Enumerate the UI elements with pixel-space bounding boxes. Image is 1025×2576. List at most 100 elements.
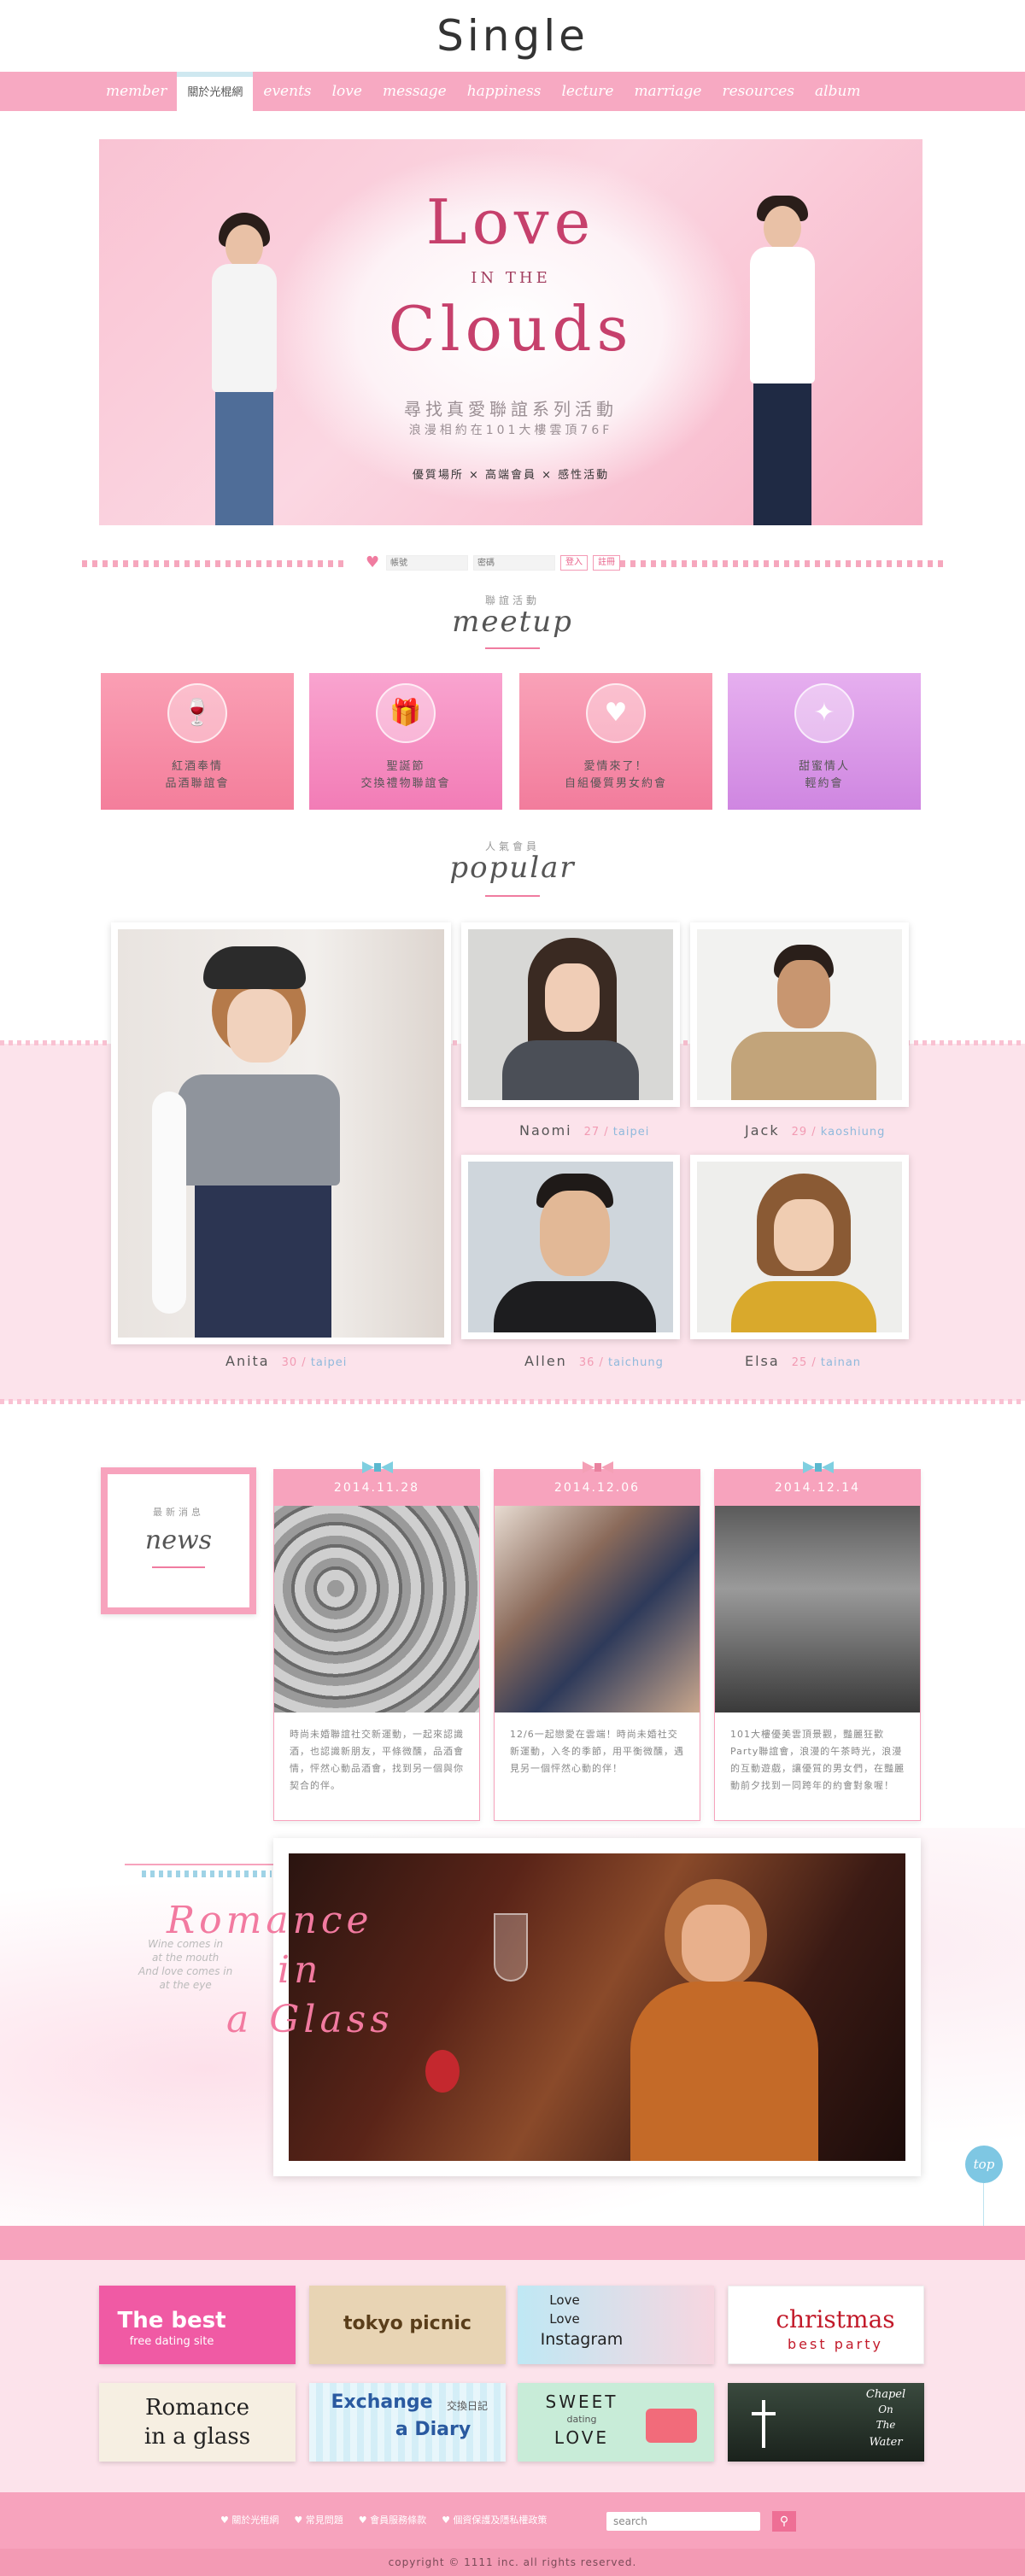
nav-item-love[interactable]: love — [322, 72, 372, 111]
meetup-title: meetup — [452, 605, 573, 639]
login-button[interactable]: 登入 — [560, 555, 588, 571]
back-to-top-button[interactable]: top — [965, 2146, 1003, 2183]
news-image — [274, 1506, 479, 1712]
news-heading-box: 最新消息 news — [101, 1467, 256, 1614]
banner-exchange-diary[interactable]: Exchange 交換日記 a Diary — [309, 2383, 506, 2462]
member-caption-anita[interactable]: Anita 30 / taipei — [226, 1353, 347, 1369]
member-name: Jack — [745, 1122, 780, 1139]
banner-christmas-party[interactable]: christmas best party — [728, 2286, 924, 2364]
heart-icon: ♥ — [366, 553, 380, 571]
meetup-rule — [485, 647, 540, 649]
news-date: 2014.12.06 — [495, 1470, 700, 1506]
site-logo[interactable]: Single — [0, 0, 1025, 72]
news-title: news — [144, 1525, 213, 1555]
member-photo-allen[interactable] — [461, 1155, 680, 1339]
hearts-icon: ♥ — [586, 683, 646, 743]
news-image — [495, 1506, 700, 1712]
news-card[interactable]: 2014.12.14 101大樓優美雲頂景觀，豔麗狂歡Party聯誼會，浪漫的午… — [714, 1461, 921, 1821]
banner-romance-glass[interactable]: Romance in a glass — [99, 2383, 296, 2462]
member-caption-allen[interactable]: Allen 36 / taichung — [524, 1353, 664, 1369]
news-card[interactable]: 2014.12.06 12/6一起戀愛在雲端！時尚未婚社交新運動，入冬的季節，用… — [494, 1461, 700, 1821]
meetup-card-line2: 輕約會 — [805, 777, 844, 790]
footer-link-faq[interactable]: ♥ 常見問題 — [294, 2492, 343, 2549]
news-text: 101大樓優美雲頂景觀，豔麗狂歡Party聯誼會，浪漫的午茶時光，浪漫的互動遊戲… — [730, 1729, 905, 1791]
news-image — [715, 1506, 920, 1712]
hero-banner[interactable]: Love IN THE Clouds 尋找真愛聯誼系列活動 浪漫相約在101大樓… — [99, 139, 922, 525]
romance-poem: Wine comes in at the mouth And love come… — [138, 1938, 233, 1991]
footer-link-about[interactable]: ♥ 關於光棍網 — [220, 2492, 278, 2549]
meetup-card-line1: 愛情來了！ — [583, 760, 648, 773]
hero-subtitle: 尋找真愛聯誼系列活動 — [404, 399, 618, 419]
member-photo-anita[interactable] — [111, 922, 451, 1344]
news-text: 12/6一起戀愛在雲端！時尚未婚社交新運動，入冬的季節，用平衡微醺，遇見另一個怦… — [510, 1729, 684, 1774]
popular-dots-bottom — [0, 1399, 1025, 1404]
meetup-card-line2: 自組優質男女約會 — [564, 777, 667, 790]
register-button[interactable]: 註冊 — [593, 555, 620, 571]
hero-title-clouds: Clouds — [388, 293, 634, 365]
banners-top-band — [0, 2226, 1025, 2260]
copyright: copyright © 1111 inc. all rights reserve… — [0, 2549, 1025, 2576]
hero-tags: 優質場所 × 高端會員 × 感性活動 — [412, 469, 610, 482]
banner-sweet-dating[interactable]: SWEET dating LOVE — [518, 2383, 714, 2462]
meetup-card-line2: 交換禮物聯誼會 — [360, 777, 451, 790]
meetup-card-valentine[interactable]: ✦ 甜蜜情人 輕約會 — [728, 673, 921, 810]
member-photo-naomi[interactable] — [461, 922, 680, 1107]
hero-subtitle-venue: 浪漫相約在101大樓雲頂76F — [408, 424, 613, 437]
nav-item-resources[interactable]: resources — [712, 72, 805, 111]
news-date: 2014.11.28 — [274, 1470, 479, 1506]
nav-item-member[interactable]: member — [96, 72, 177, 111]
nav-item-events[interactable]: events — [253, 72, 321, 111]
main-nav: member 關於光棍網 events love message happine… — [0, 72, 1025, 111]
banner-chapel-water[interactable]: Chapel On The Water — [728, 2383, 924, 2462]
masquerade-mask-icon: ✦ — [794, 683, 854, 743]
member-name: Allen — [524, 1353, 567, 1369]
news-small-title: 最新消息 — [153, 1507, 204, 1518]
nav-item-marriage[interactable]: marriage — [624, 72, 712, 111]
password-input[interactable] — [473, 555, 555, 571]
member-caption-naomi[interactable]: Naomi 27 / taipei — [519, 1122, 649, 1139]
footer-link-terms[interactable]: ♥ 會員服務條款 — [359, 2492, 426, 2549]
romance-line — [125, 1864, 273, 1865]
meetup-card-wine[interactable]: 🍷 紅酒奉情 品酒聯誼會 — [101, 673, 294, 810]
username-input[interactable] — [386, 555, 468, 571]
member-photo-elsa[interactable] — [690, 1155, 909, 1339]
nav-item-about[interactable]: 關於光棍網 — [177, 72, 254, 111]
nav-item-lecture[interactable]: lecture — [551, 72, 624, 111]
news-card[interactable]: 2014.11.28 時尚未婚聯誼社交新運動，一起來認識酒，也認識新朋友，平條微… — [273, 1461, 480, 1821]
nav-item-message[interactable]: message — [372, 72, 457, 111]
news-rule — [152, 1566, 205, 1568]
news-date: 2014.12.14 — [715, 1470, 920, 1506]
ribbon-bow-icon — [583, 1461, 613, 1473]
member-photo-jack[interactable] — [690, 922, 909, 1107]
member-caption-jack[interactable]: Jack 29 / kaoshiung — [745, 1122, 885, 1139]
footer-search-input[interactable]: search — [606, 2512, 760, 2531]
ribbon-bow-icon — [362, 1461, 393, 1473]
meetup-card-line1: 甜蜜情人 — [798, 760, 850, 773]
divider-left — [82, 560, 348, 567]
footer: ♥ 關於光棍網 ♥ 常見問題 ♥ 會員服務條款 ♥ 個資保護及隱私權政策 sea… — [0, 2492, 1025, 2549]
meetup-card-line1: 聖誕節 — [386, 760, 425, 773]
member-name: Naomi — [519, 1122, 572, 1139]
meetup-card-christmas[interactable]: 🎁 聖誕節 交換禮物聯誼會 — [309, 673, 502, 810]
popular-title: popular — [449, 851, 576, 885]
footer-links: ♥ 關於光棍網 ♥ 常見問題 ♥ 會員服務條款 ♥ 個資保護及隱私權政策 — [220, 2492, 547, 2549]
meetup-card-line2: 品酒聯誼會 — [165, 777, 230, 790]
member-caption-elsa[interactable]: Elsa 25 / tainan — [745, 1353, 861, 1369]
romance-dots — [142, 1871, 272, 1877]
divider-right — [610, 560, 945, 567]
hero-title-love: Love — [425, 186, 596, 258]
member-name: Elsa — [745, 1353, 780, 1369]
meetup-card-love[interactable]: ♥ 愛情來了！ 自組優質男女約會 — [519, 673, 712, 810]
banner-tokyo-picnic[interactable]: tokyo picnic — [309, 2286, 506, 2364]
wine-glasses-icon: 🍷 — [167, 683, 227, 743]
login-bar: ♥ 登入 註冊 — [366, 553, 620, 572]
banner-free-dating[interactable]: The best free dating site — [99, 2286, 296, 2364]
footer-link-privacy[interactable]: ♥ 個資保護及隱私權政策 — [442, 2492, 547, 2549]
nav-item-album[interactable]: album — [805, 72, 871, 111]
search-icon[interactable]: ⚲ — [772, 2511, 796, 2532]
member-name: Anita — [226, 1353, 270, 1369]
nav-item-happiness[interactable]: happiness — [457, 72, 552, 111]
ribbon-bow-icon — [803, 1461, 834, 1473]
news-text: 時尚未婚聯誼社交新運動，一起來認識酒，也認識新朋友，平條微醺，品酒會情，怦然心動… — [290, 1729, 464, 1791]
banner-instagram[interactable]: Love Love Instagram — [518, 2286, 714, 2364]
